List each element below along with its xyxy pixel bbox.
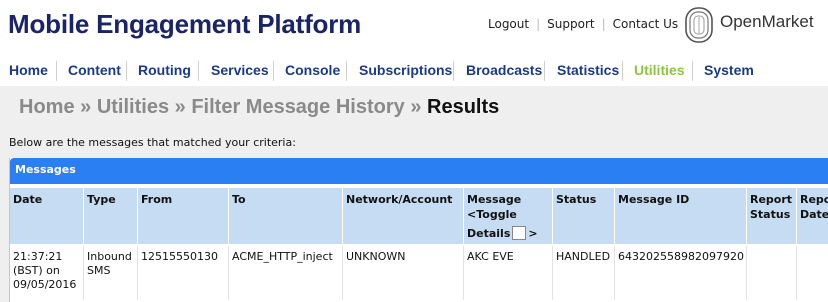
column-header-to[interactable]: To xyxy=(229,188,343,244)
cell-network: UNKNOWN xyxy=(343,246,464,300)
cell-message-id: 643202558982097920 xyxy=(615,246,747,300)
column-header-label: Report xyxy=(750,193,793,206)
breadcrumb-separator: » xyxy=(80,96,92,118)
column-header-label: <Toggle xyxy=(467,208,517,221)
column-header-label: Message xyxy=(467,193,522,206)
column-header-from[interactable]: From xyxy=(138,188,229,244)
intro-text: Below are the messages that matched your… xyxy=(9,136,296,149)
nav-divider xyxy=(56,61,57,81)
column-header-label: Status xyxy=(556,193,597,206)
contact-us-link[interactable]: Contact Us xyxy=(613,17,679,31)
column-header-label: Network/Account xyxy=(346,193,453,206)
cell-text: SMS xyxy=(87,264,111,277)
column-header-date[interactable]: Date xyxy=(10,188,84,244)
nav-divider xyxy=(273,61,274,81)
column-header-label: Repo xyxy=(800,193,828,206)
column-header-label: Type xyxy=(87,193,116,206)
nav-system[interactable]: System xyxy=(704,62,754,78)
cell-text: Inbound xyxy=(87,250,132,263)
column-header-label: Date xyxy=(13,193,43,206)
cell-report-date xyxy=(797,246,828,300)
column-header-label: From xyxy=(141,193,173,206)
messages-panel: Messages Date Type From To Network/Accou… xyxy=(9,158,828,302)
nav-utilities[interactable]: Utilities xyxy=(634,62,685,78)
nav-divider xyxy=(544,61,545,81)
nav-statistics[interactable]: Statistics xyxy=(557,62,619,78)
cell-type: Inbound SMS xyxy=(84,246,138,300)
nav-services[interactable]: Services xyxy=(211,62,269,78)
divider: | xyxy=(536,17,541,31)
nav-broadcasts[interactable]: Broadcasts xyxy=(466,62,542,78)
column-header-label: Date xyxy=(800,208,828,221)
header: Mobile Engagement Platform Logout | Suppor… xyxy=(0,0,828,52)
divider: | xyxy=(601,17,606,31)
column-header-type[interactable]: Type xyxy=(84,188,138,244)
cell-text: (BST) on xyxy=(13,264,60,277)
nav-subscriptions[interactable]: Subscriptions xyxy=(359,62,452,78)
breadcrumb-separator: » xyxy=(174,96,186,118)
breadcrumb-home[interactable]: Home xyxy=(19,96,75,118)
cell-text: 21:37:21 xyxy=(13,250,63,263)
nav-divider xyxy=(346,61,347,81)
openmarket-logo-icon xyxy=(685,7,713,43)
nav-divider xyxy=(126,61,127,81)
openmarket-logo: OpenMarket xyxy=(684,5,824,45)
nav-divider xyxy=(692,61,693,81)
toggle-details-checkbox[interactable] xyxy=(512,226,527,240)
nav-divider xyxy=(453,61,454,81)
main-nav: Home Content Routing Services Console Su… xyxy=(0,57,828,85)
cell-from: 12515550130 xyxy=(138,246,229,300)
column-header-label: Details xyxy=(467,227,511,240)
column-header-label: To xyxy=(232,193,246,206)
nav-home[interactable]: Home xyxy=(9,62,48,78)
column-header-label: > xyxy=(528,227,538,240)
cell-text: 09/05/2016 xyxy=(13,278,77,291)
nav-content[interactable]: Content xyxy=(68,62,121,78)
logo-text: OpenMarket xyxy=(720,12,814,31)
column-header-report-date[interactable]: Repo Date xyxy=(797,188,828,244)
column-header-message-id[interactable]: Message ID xyxy=(615,188,747,244)
column-header-message[interactable]: Message <Toggle Details > xyxy=(464,188,553,244)
support-link[interactable]: Support xyxy=(547,17,594,31)
nav-routing[interactable]: Routing xyxy=(138,62,191,78)
breadcrumb: Home » Utilities » Filter Message Histor… xyxy=(19,96,499,119)
breadcrumb-current: Results xyxy=(427,96,500,118)
nav-console[interactable]: Console xyxy=(285,62,340,78)
breadcrumb-utilities[interactable]: Utilities xyxy=(97,96,169,118)
nav-divider xyxy=(198,61,199,81)
breadcrumb-filter-message-history[interactable]: Filter Message History xyxy=(191,96,404,118)
column-header-label: Status xyxy=(750,208,791,221)
cell-to: ACME_HTTP_inject xyxy=(229,246,343,300)
column-header-status[interactable]: Status xyxy=(553,188,615,244)
panel-title: Messages xyxy=(15,163,76,176)
cell-date: 21:37:21 (BST) on 09/05/2016 xyxy=(10,246,84,300)
logout-link[interactable]: Logout xyxy=(488,17,529,31)
nav-divider xyxy=(622,61,623,81)
cell-message[interactable]: AKC EVE xyxy=(464,246,553,300)
column-header-report-status[interactable]: Report Status xyxy=(747,188,797,244)
column-header-label: Message ID xyxy=(618,193,690,206)
column-header-network[interactable]: Network/Account xyxy=(343,188,464,244)
main-content: Home » Utilities » Filter Message Histor… xyxy=(0,86,828,302)
top-links: Logout | Support | Contact Us xyxy=(488,17,678,31)
cell-status: HANDLED xyxy=(553,246,615,300)
breadcrumb-separator: » xyxy=(410,96,422,118)
panel-header: Messages xyxy=(10,158,828,184)
cell-report-status xyxy=(747,246,797,300)
app-title: Mobile Engagement Platform xyxy=(8,9,362,39)
